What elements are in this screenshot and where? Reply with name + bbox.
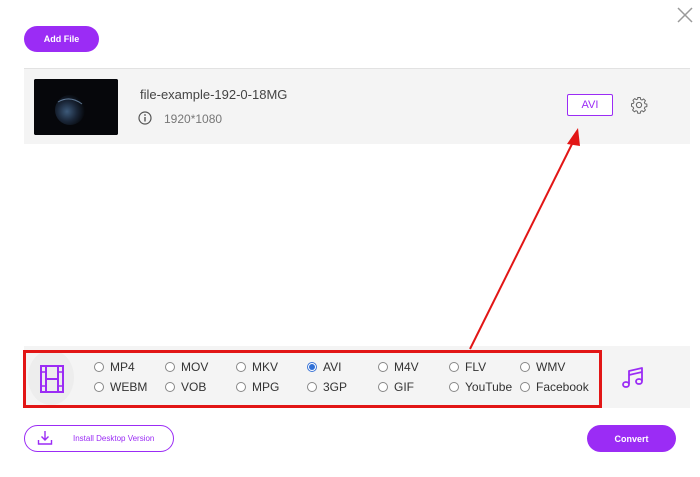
format-option-label: MPG xyxy=(252,380,280,394)
gear-icon[interactable] xyxy=(630,96,648,114)
format-option-mkv[interactable]: MKV xyxy=(236,360,278,374)
install-desktop-label: Install Desktop Version xyxy=(73,434,155,443)
radio-button[interactable] xyxy=(165,362,175,372)
format-option-m4v[interactable]: M4V xyxy=(378,360,419,374)
format-option-mov[interactable]: MOV xyxy=(165,360,208,374)
radio-button[interactable] xyxy=(236,382,246,392)
radio-button[interactable] xyxy=(307,382,317,392)
radio-button[interactable] xyxy=(520,382,530,392)
format-option-label: FLV xyxy=(465,360,487,374)
file-name: file-example-192-0-18MG xyxy=(140,87,288,102)
format-option-facebook[interactable]: Facebook xyxy=(520,380,589,394)
format-option-mp4[interactable]: MP4 xyxy=(94,360,135,374)
format-panel: MP4 MOV MKV AVI M4V FLV WMV WEBM VOB MPG… xyxy=(24,346,690,408)
radio-button[interactable] xyxy=(94,382,104,392)
close-icon[interactable] xyxy=(676,6,694,24)
radio-button[interactable] xyxy=(378,382,388,392)
format-option-flv[interactable]: FLV xyxy=(449,360,486,374)
format-option-label: VOB xyxy=(181,380,207,394)
radio-button[interactable] xyxy=(378,362,388,372)
format-option-label: YouTube xyxy=(465,380,513,394)
radio-button[interactable] xyxy=(94,362,104,372)
format-option-label: M4V xyxy=(394,360,419,374)
format-option-avi[interactable]: AVI xyxy=(307,360,341,374)
format-option-label: MP4 xyxy=(110,360,135,374)
format-option-vob[interactable]: VOB xyxy=(165,380,206,394)
format-option-webm[interactable]: WEBM xyxy=(94,380,147,394)
music-icon[interactable] xyxy=(621,366,645,390)
video-icon[interactable] xyxy=(40,365,64,393)
info-icon[interactable] xyxy=(138,111,152,125)
output-format-button[interactable]: AVI xyxy=(567,94,613,116)
add-file-button[interactable]: Add File xyxy=(24,26,99,52)
resolution-label: 1920*1080 xyxy=(164,112,223,126)
convert-button[interactable]: Convert xyxy=(587,425,676,452)
radio-button[interactable] xyxy=(449,382,459,392)
install-desktop-button[interactable]: Install Desktop Version xyxy=(24,425,174,452)
download-icon xyxy=(37,431,53,445)
format-option-3gp[interactable]: 3GP xyxy=(307,380,347,394)
radio-button[interactable] xyxy=(449,362,459,372)
format-option-label: WEBM xyxy=(110,380,148,394)
radio-button-selected[interactable] xyxy=(307,362,317,372)
radio-button[interactable] xyxy=(236,362,246,372)
format-option-label: WMV xyxy=(536,360,566,374)
radio-button[interactable] xyxy=(165,382,175,392)
format-option-label: MKV xyxy=(252,360,279,374)
format-option-label: AVI xyxy=(323,360,342,374)
format-option-youtube[interactable]: YouTube xyxy=(449,380,512,394)
radio-button[interactable] xyxy=(520,362,530,372)
format-option-mpg[interactable]: MPG xyxy=(236,380,279,394)
format-option-label: 3GP xyxy=(323,380,348,394)
video-thumbnail xyxy=(34,79,118,135)
format-option-label: MOV xyxy=(181,360,209,374)
format-option-gif[interactable]: GIF xyxy=(378,380,414,394)
file-row: file-example-192-0-18MG 1920*1080 AVI xyxy=(24,68,690,144)
format-option-label: Facebook xyxy=(536,380,589,394)
format-option-label: GIF xyxy=(394,380,414,394)
format-option-wmv[interactable]: WMV xyxy=(520,360,565,374)
